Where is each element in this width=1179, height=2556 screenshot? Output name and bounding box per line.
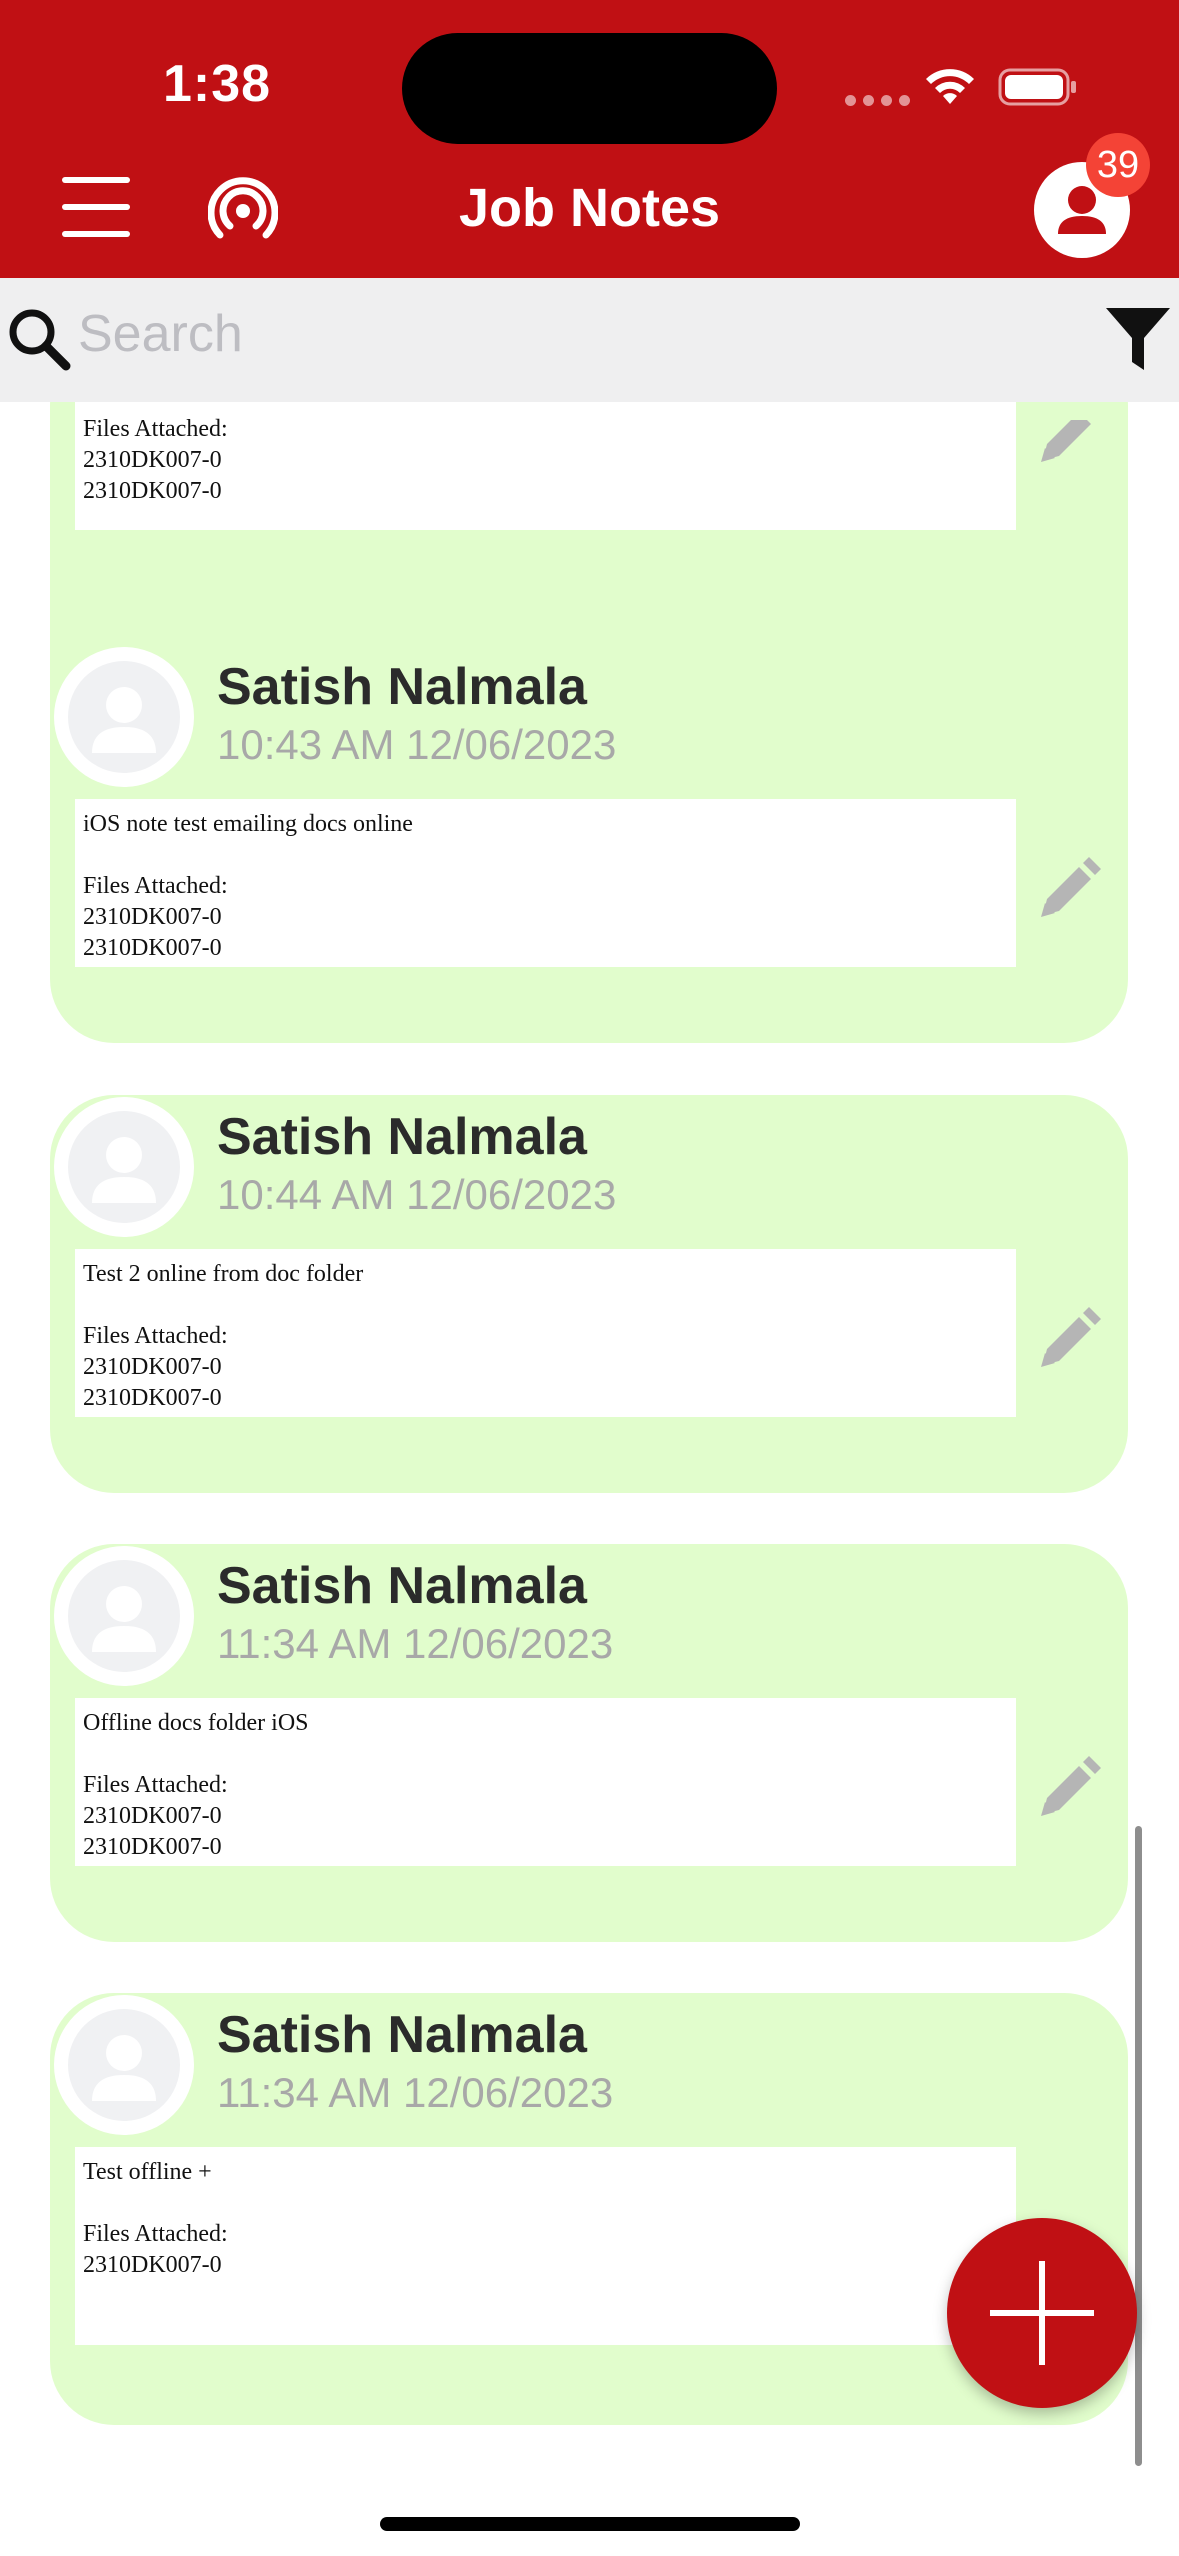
note-body: Test offline + Files Attached: 2310DK007… bbox=[75, 2147, 1016, 2345]
note-body: Files Attached: 2310DK007-0 2310DK007-0 bbox=[75, 402, 1016, 530]
pencil-icon[interactable] bbox=[1035, 402, 1101, 468]
dynamic-island bbox=[402, 33, 777, 144]
note-body: Test 2 online from doc folder Files Atta… bbox=[75, 1249, 1016, 1417]
attached-file: 2310DK007-0 bbox=[83, 1354, 222, 1380]
files-attached-label: Files Attached: bbox=[83, 2221, 228, 2247]
home-indicator bbox=[380, 2517, 800, 2531]
note-card[interactable]: Satish Nalmala 10:44 AM 12/06/2023 Test … bbox=[50, 1095, 1128, 1493]
avatar bbox=[54, 1097, 194, 1237]
attached-file: 2310DK007-0 bbox=[83, 447, 222, 473]
app-header: 1:38 Job Notes 39 bbox=[0, 0, 1179, 278]
note-timestamp: 11:34 AM 12/06/2023 bbox=[217, 1620, 614, 1667]
note-timestamp: 10:44 AM 12/06/2023 bbox=[217, 1171, 617, 1218]
note-text: Test 2 online from doc folder bbox=[83, 1261, 364, 1287]
attached-file: 2310DK007-0 bbox=[83, 935, 222, 961]
note-author: Satish Nalmala bbox=[217, 2006, 587, 2064]
note-author: Satish Nalmala bbox=[217, 1108, 587, 1166]
notification-badge: 39 bbox=[1086, 133, 1150, 197]
files-attached-label: Files Attached: bbox=[83, 1772, 228, 1798]
note-card[interactable]: Satish Nalmala 11:34 AM 12/06/2023 Offli… bbox=[50, 1544, 1128, 1942]
note-text: iOS note test emailing docs online bbox=[83, 811, 413, 837]
files-attached-label: Files Attached: bbox=[83, 873, 228, 899]
attached-file: 2310DK007-0 bbox=[83, 2252, 222, 2278]
attached-file: 2310DK007-0 bbox=[83, 1803, 222, 1829]
filter-icon[interactable] bbox=[1104, 306, 1172, 372]
files-attached-label: Files Attached: bbox=[83, 416, 228, 442]
user-placeholder-icon bbox=[92, 1137, 156, 1203]
search-input[interactable] bbox=[78, 298, 978, 370]
wifi-icon bbox=[926, 69, 974, 104]
status-time: 1:38 bbox=[163, 55, 272, 113]
battery-icon bbox=[998, 68, 1076, 106]
note-author: Satish Nalmala bbox=[217, 1557, 587, 1615]
add-note-button[interactable] bbox=[947, 2218, 1137, 2408]
files-attached-label: Files Attached: bbox=[83, 1323, 228, 1349]
avatar bbox=[54, 1546, 194, 1686]
note-body: iOS note test emailing docs online Files… bbox=[75, 799, 1016, 967]
user-placeholder-icon bbox=[92, 1586, 156, 1652]
search-icon bbox=[9, 309, 71, 371]
note-timestamp: 11:34 AM 12/06/2023 bbox=[217, 2069, 614, 2116]
pencil-icon[interactable] bbox=[1035, 1307, 1101, 1373]
attached-file: 2310DK007-0 bbox=[83, 1834, 222, 1860]
avatar bbox=[54, 647, 194, 787]
note-card[interactable]: Satish Nalmala 10:43 AM 12/06/2023 iOS n… bbox=[50, 645, 1128, 1043]
scrollbar[interactable] bbox=[1135, 1826, 1142, 2466]
avatar bbox=[54, 1995, 194, 2135]
page-title: Job Notes bbox=[458, 178, 721, 238]
attached-file: 2310DK007-0 bbox=[83, 478, 222, 504]
note-body: Offline docs folder iOS Files Attached: … bbox=[75, 1698, 1016, 1866]
note-text: Offline docs folder iOS bbox=[83, 1710, 309, 1736]
note-timestamp: 10:43 AM 12/06/2023 bbox=[217, 721, 617, 768]
note-author: Satish Nalmala bbox=[217, 658, 587, 716]
note-text: Test offline + bbox=[83, 2159, 212, 2185]
user-placeholder-icon bbox=[92, 2035, 156, 2101]
pencil-icon[interactable] bbox=[1035, 857, 1101, 923]
attached-file: 2310DK007-0 bbox=[83, 1385, 222, 1411]
user-placeholder-icon bbox=[92, 687, 156, 753]
job-notes-screen: 1:38 Job Notes 39 Search Files Attached:… bbox=[0, 0, 1179, 2556]
cellular-signal-icon bbox=[845, 95, 910, 106]
pencil-icon[interactable] bbox=[1035, 1756, 1101, 1822]
attached-file: 2310DK007-0 bbox=[83, 904, 222, 930]
